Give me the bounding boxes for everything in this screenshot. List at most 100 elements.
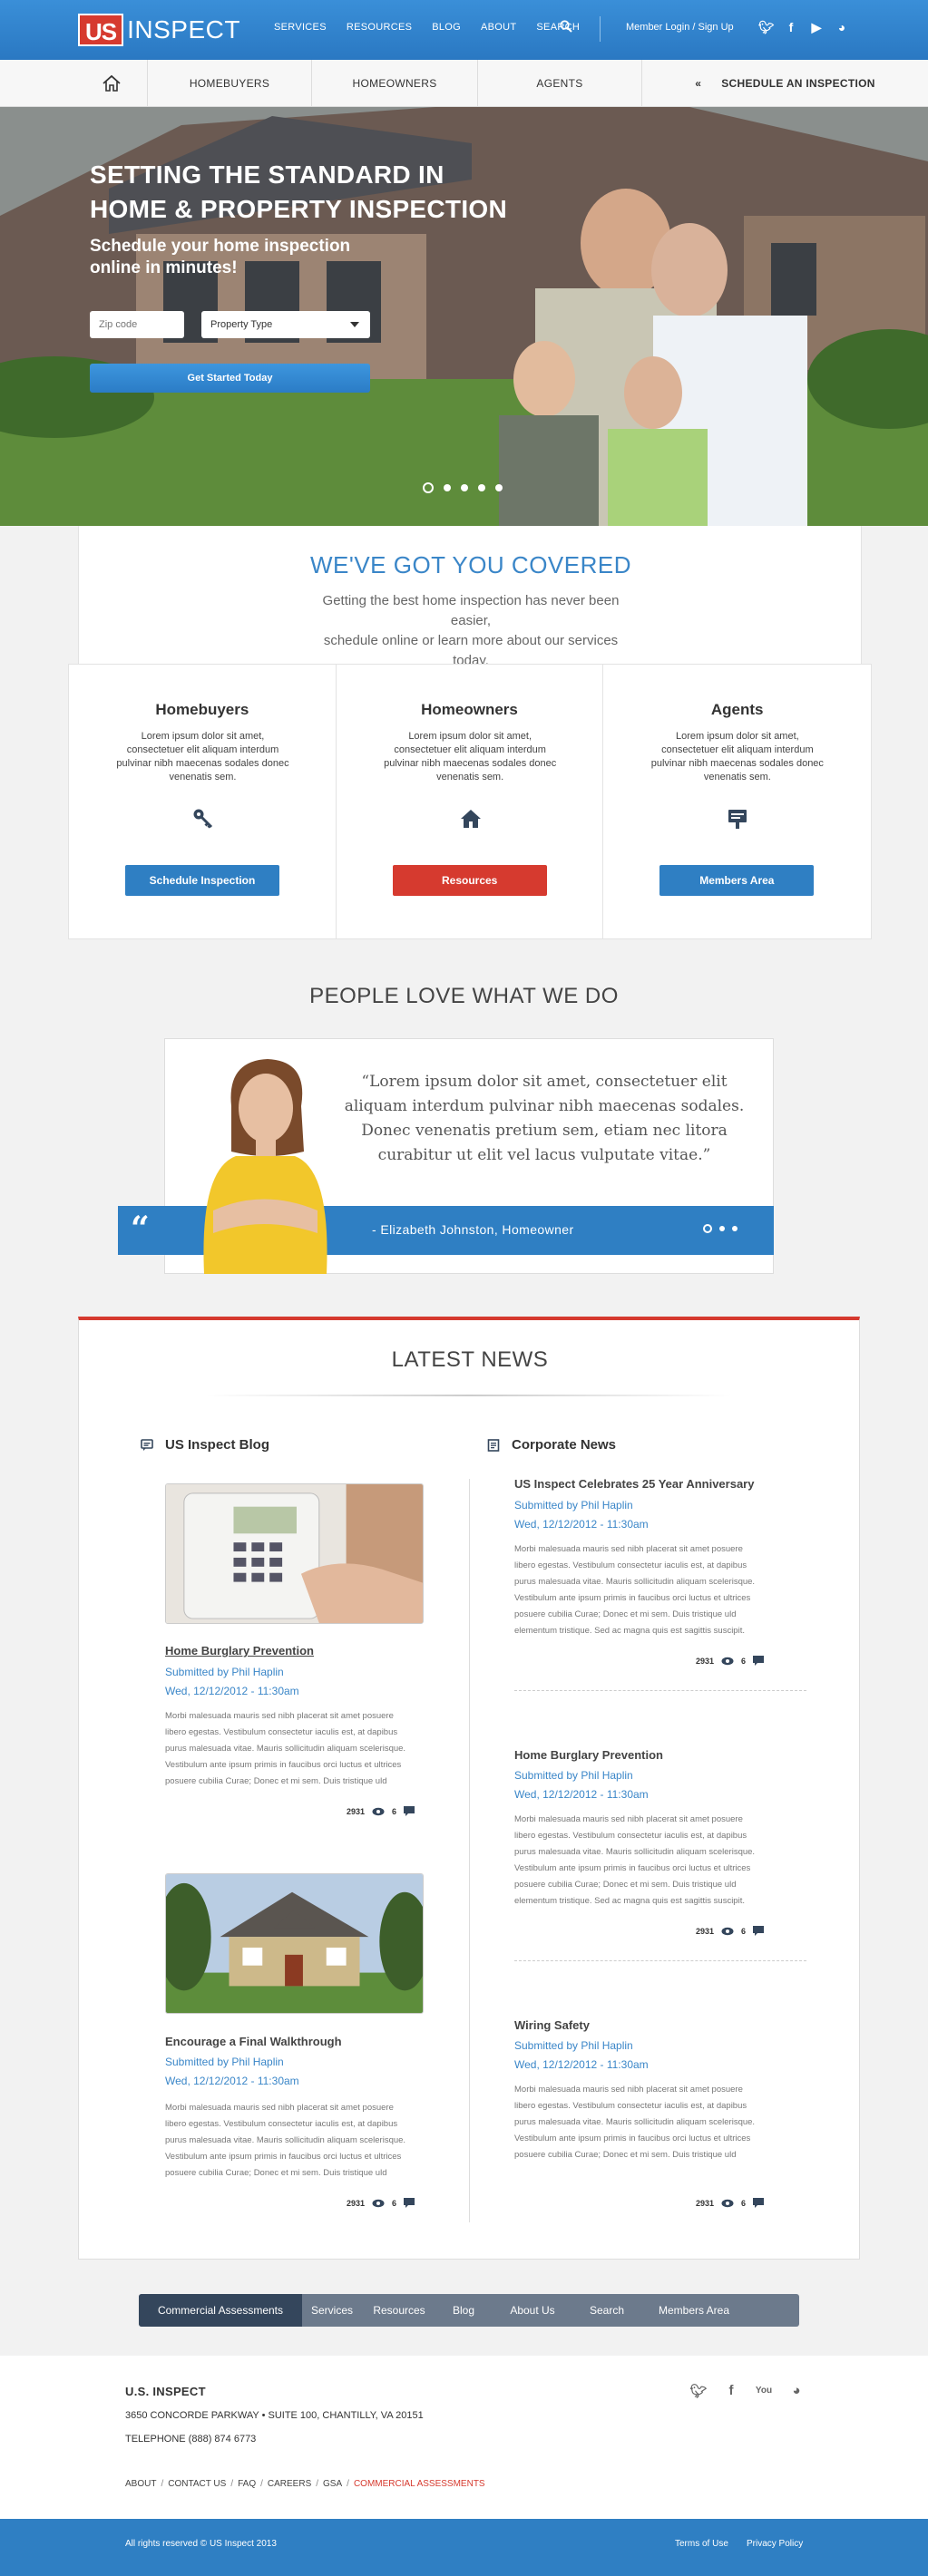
logo[interactable]: US INSPECT <box>78 14 240 46</box>
slider-dot-5[interactable] <box>495 484 503 491</box>
view-count: 2931 <box>347 1806 366 1816</box>
post-excerpt: Morbi malesuada mauris sed nibh placerat… <box>514 1541 773 1639</box>
footer-address: 3650 CONCORDE PARKWAY • SUITE 100, CHANT… <box>125 2410 424 2421</box>
post-title-link[interactable]: Home Burglary Prevention <box>165 1644 314 1657</box>
slider-dot-3[interactable] <box>461 484 468 491</box>
slider-dot-4[interactable] <box>478 484 485 491</box>
post-meta: Submitted by Phil Haplin Wed, 12/12/2012… <box>514 1496 649 1534</box>
nav-about[interactable]: ABOUT <box>481 22 516 33</box>
bottom-nav-members-area[interactable]: Members Area <box>640 2294 748 2327</box>
bottom-nav-about-us[interactable]: About Us <box>491 2294 574 2327</box>
home-icon[interactable] <box>102 74 122 92</box>
post-title-link[interactable]: Wiring Safety <box>514 2018 590 2032</box>
comment-icon[interactable] <box>753 1656 765 1666</box>
search-icon[interactable] <box>560 20 572 33</box>
news-title: LATEST NEWS <box>391 1347 549 1372</box>
link-sep: / <box>347 2479 349 2489</box>
youtube-icon[interactable]: ▶ <box>809 20 824 35</box>
members-area-button[interactable]: Members Area <box>659 865 815 896</box>
member-login-link[interactable]: Member Login <box>626 22 689 33</box>
post-meta: Submitted by Phil Haplin Wed, 12/12/2012… <box>165 1663 299 1701</box>
footer-link-faq[interactable]: FAQ <box>238 2479 256 2489</box>
post-author[interactable]: Submitted by Phil Haplin <box>514 2036 649 2056</box>
comment-icon[interactable] <box>753 2198 765 2208</box>
slider-dot-1[interactable] <box>423 482 434 493</box>
post-thumbnail[interactable] <box>165 1483 424 1624</box>
nav-resources[interactable]: RESOURCES <box>347 22 412 33</box>
comment-icon[interactable] <box>404 2198 415 2208</box>
card-agents: Agents Lorem ipsum dolor sit amet, conse… <box>603 665 871 938</box>
logo-us: US <box>78 14 124 46</box>
top-header: US INSPECT SERVICES RESOURCES BLOG ABOUT… <box>0 0 928 60</box>
excerpt-line: libero egestas. Vestibulum consectetur i… <box>165 2119 398 2129</box>
testimonial-dot-2[interactable] <box>719 1226 725 1231</box>
twitter-icon[interactable]: 🐦︎ <box>758 20 775 35</box>
covered-sub-line1: Getting the best home inspection has nev… <box>322 593 620 628</box>
view-count: 2931 <box>696 1656 715 1666</box>
youtube-icon[interactable]: You <box>755 2383 773 2399</box>
property-type-select[interactable]: Property Type <box>201 311 370 338</box>
nav-blog[interactable]: BLOG <box>432 22 461 33</box>
post-author[interactable]: Submitted by Phil Haplin <box>165 1663 299 1682</box>
sign-up-link[interactable]: Sign Up <box>698 22 734 33</box>
privacy-link[interactable]: Privacy Policy <box>747 2539 803 2549</box>
comment-count: 6 <box>741 1926 747 1936</box>
facebook-icon[interactable]: f <box>784 20 798 35</box>
excerpt-line: Morbi malesuada mauris sed nibh placerat… <box>514 2085 743 2095</box>
key-icon <box>193 809 213 829</box>
excerpt-line: posuere cubilia Curae; Donec et mi sem. … <box>514 1609 737 1619</box>
header-divider <box>600 16 601 42</box>
post-date: Wed, 12/12/2012 - 11:30am <box>514 1788 649 1801</box>
comment-icon[interactable] <box>404 1806 415 1816</box>
subnav-homebuyers[interactable]: HOMEBUYERS <box>147 60 311 107</box>
facebook-icon[interactable]: f <box>722 2383 740 2399</box>
bottom-nav-blog[interactable]: Blog <box>436 2294 491 2327</box>
footer-link-careers[interactable]: CAREERS <box>268 2479 311 2489</box>
testimonial-title: PEOPLE LOVE WHAT WE DO <box>309 984 619 1008</box>
nav-services[interactable]: SERVICES <box>274 22 327 33</box>
slider-dot-2[interactable] <box>444 484 451 491</box>
resources-button[interactable]: Resources <box>392 865 547 896</box>
terms-link[interactable]: Terms of Use <box>675 2539 728 2549</box>
testimonial-dot-1[interactable] <box>703 1224 712 1233</box>
hero-title: SETTING THE STANDARD IN HOME & PROPERTY I… <box>90 158 598 227</box>
post-stats: 2931 6 <box>696 1926 765 1936</box>
bottom-nav-resources[interactable]: Resources <box>362 2294 436 2327</box>
post-title-link[interactable]: US Inspect Celebrates 25 Year Anniversar… <box>514 1477 754 1491</box>
blog-icon[interactable]: ◕ <box>787 2383 806 2399</box>
post-excerpt: Morbi malesuada mauris sed nibh placerat… <box>514 2082 773 2163</box>
footer-link-contact[interactable]: CONTACT US <box>168 2479 226 2489</box>
comment-icon[interactable] <box>753 1926 765 1936</box>
bottom-nav-search[interactable]: Search <box>574 2294 640 2327</box>
blog-icon[interactable]: ◕ <box>835 20 849 35</box>
footer-link-about[interactable]: ABOUT <box>125 2479 156 2489</box>
quote-line1: “Lorem ipsum dolor sit amet, consectetue… <box>361 1073 728 1091</box>
testimonial-author: - Elizabeth Johnston, Homeowner <box>372 1222 574 1237</box>
post-author[interactable]: Submitted by Phil Haplin <box>165 2053 299 2072</box>
testimonial-dot-3[interactable] <box>732 1226 738 1231</box>
post-date: Wed, 12/12/2012 - 11:30am <box>165 1685 299 1697</box>
footer-links: ABOUT / CONTACT US / FAQ / CAREERS / GSA… <box>125 2479 485 2489</box>
schedule-inspection-button[interactable]: Schedule Inspection <box>125 865 279 896</box>
footer-link-gsa[interactable]: GSA <box>323 2479 342 2489</box>
post-thumbnail[interactable] <box>165 1873 424 2014</box>
zip-code-input[interactable] <box>90 311 184 338</box>
comment-count: 6 <box>741 1656 747 1666</box>
subnav-schedule[interactable]: « SCHEDULE AN INSPECTION <box>641 60 928 107</box>
twitter-icon[interactable]: 🐦︎ <box>689 2383 708 2399</box>
nav-search[interactable]: SEARCH <box>536 22 580 33</box>
post-meta: Submitted by Phil Haplin Wed, 12/12/2012… <box>514 1766 649 1804</box>
post-title-link[interactable]: Encourage a Final Walkthrough <box>165 2035 342 2048</box>
covered-section: WE'VE GOT YOU COVERED Getting the best h… <box>78 526 862 668</box>
quote-line2: aliquam interdum pulvinar nibh maecenas … <box>344 1097 745 1115</box>
get-started-button[interactable]: Get Started Today <box>90 364 370 393</box>
bottom-nav-commercial-assessments[interactable]: Commercial Assessments <box>139 2294 302 2327</box>
subnav-agents[interactable]: AGENTS <box>477 60 641 107</box>
post-author[interactable]: Submitted by Phil Haplin <box>514 1766 649 1785</box>
bottom-nav-services[interactable]: Services <box>302 2294 362 2327</box>
post-author[interactable]: Submitted by Phil Haplin <box>514 1496 649 1515</box>
post-title-link[interactable]: Home Burglary Prevention <box>514 1748 663 1762</box>
footer-link-commercial[interactable]: COMMERCIAL ASSESSMENTS <box>354 2479 485 2489</box>
subnav-homeowners[interactable]: HOMEOWNERS <box>311 60 477 107</box>
quote-line4: curabitur ut elit vel lacus vulputate vi… <box>377 1146 711 1164</box>
